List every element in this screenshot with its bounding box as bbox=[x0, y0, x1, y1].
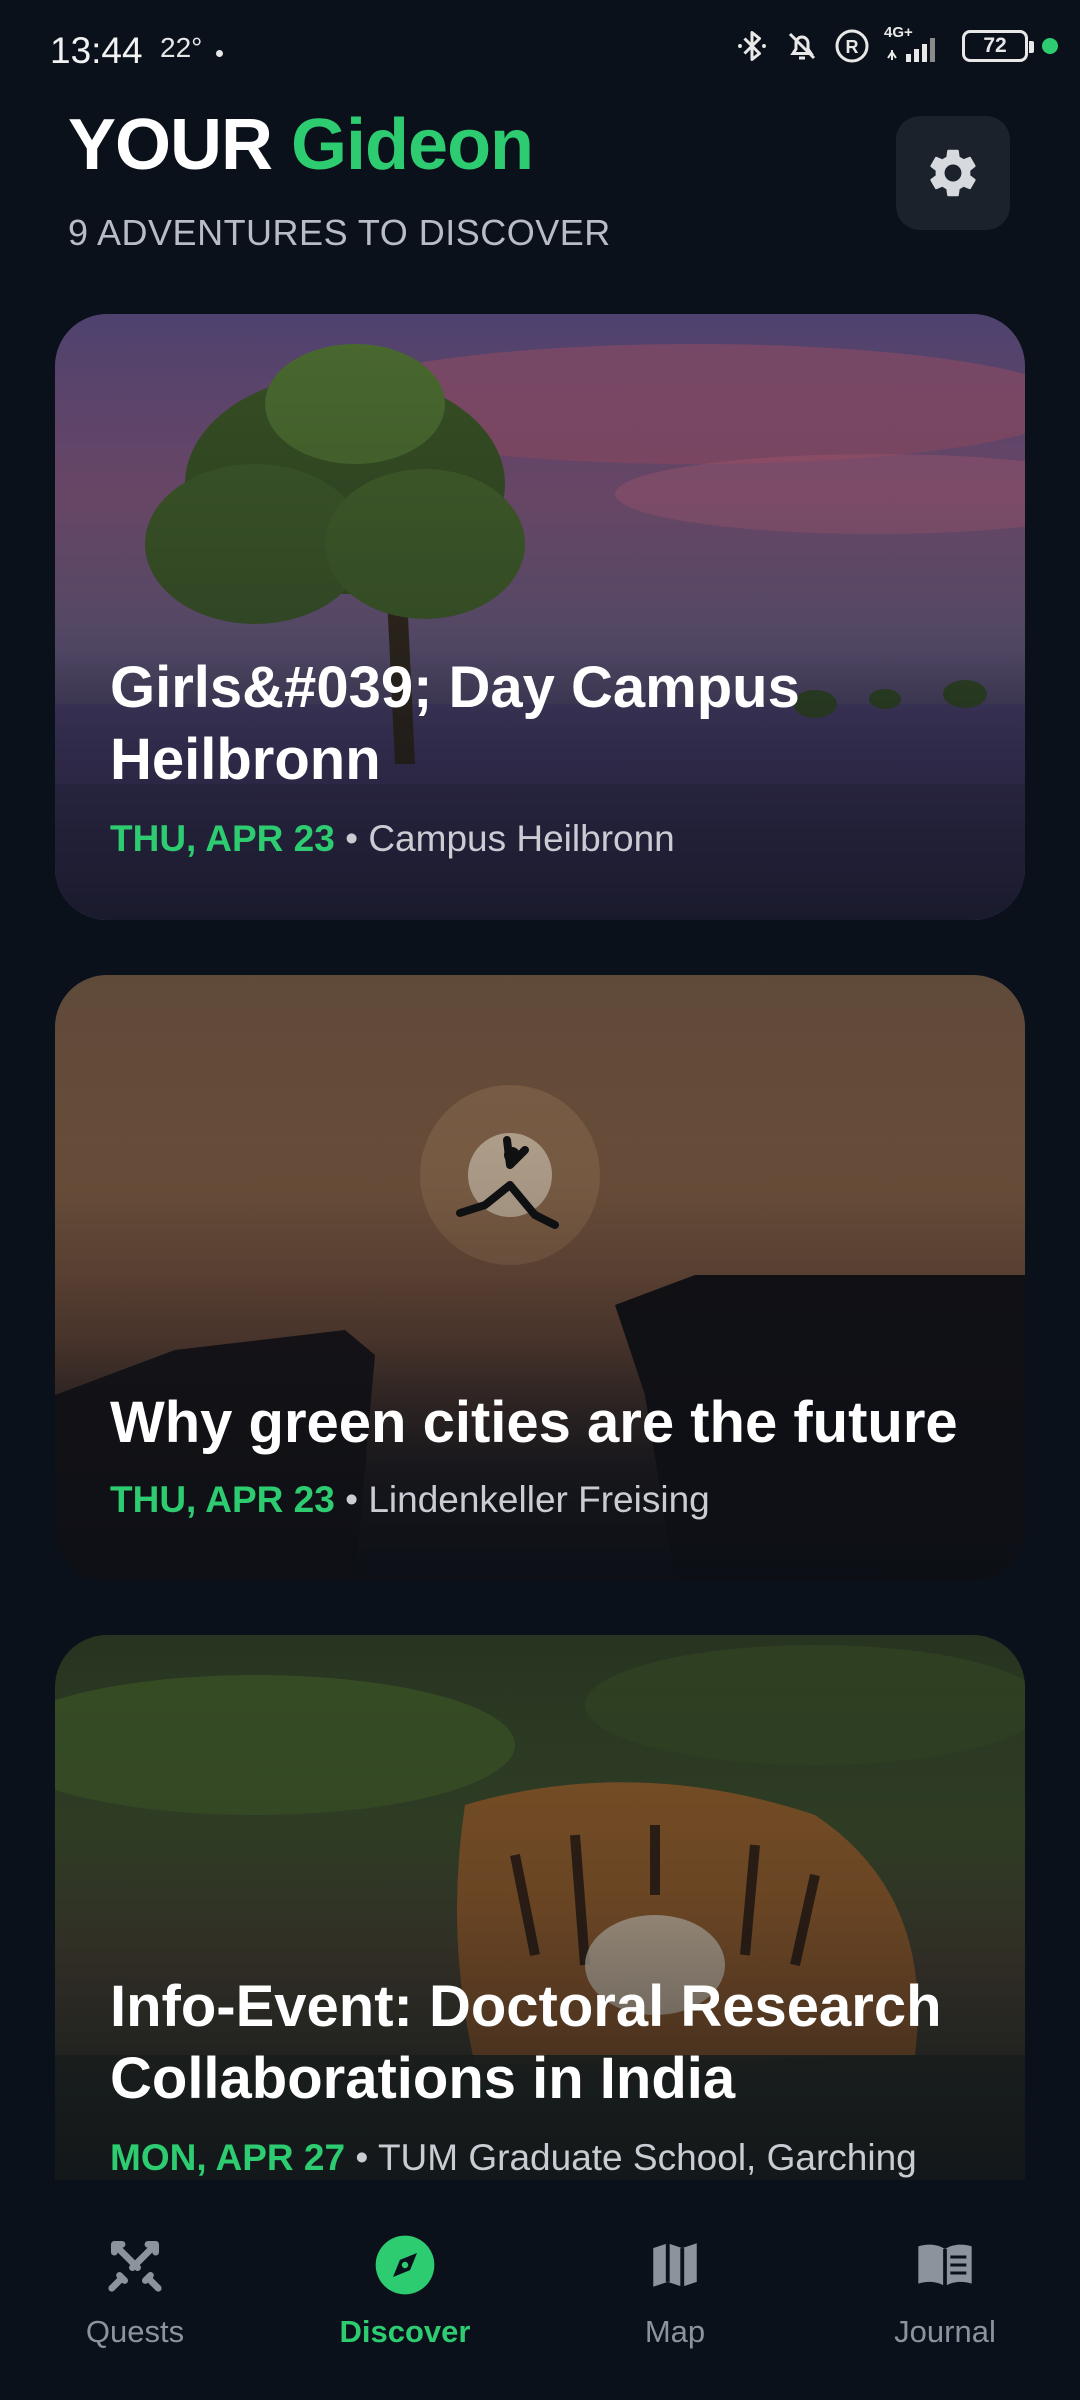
notification-dot-icon bbox=[216, 50, 223, 57]
event-date: MON, APR 27 bbox=[110, 2137, 346, 2178]
meta-separator: • bbox=[345, 1479, 359, 1520]
open-book-icon bbox=[910, 2230, 980, 2300]
settings-button[interactable] bbox=[896, 116, 1010, 230]
nav-item-quests[interactable]: Quests bbox=[35, 2230, 235, 2350]
event-title: Why green cities are the future bbox=[110, 1390, 958, 1455]
roaming-icon: R bbox=[835, 29, 869, 63]
nav-item-discover[interactable]: Discover bbox=[305, 2230, 505, 2350]
map-icon bbox=[640, 2230, 710, 2300]
title-prefix: YOUR bbox=[68, 105, 273, 185]
bell-muted-icon bbox=[788, 32, 816, 60]
meta-separator: • bbox=[345, 818, 359, 859]
nav-label: Journal bbox=[894, 2314, 996, 2349]
event-card[interactable]: Why green cities are the future THU, APR… bbox=[55, 975, 1025, 1581]
status-time: 13:44 bbox=[50, 30, 143, 71]
status-temperature: 22° bbox=[160, 32, 203, 63]
battery-icon: 72 bbox=[962, 30, 1034, 62]
event-title: Girls&#039; Day Campus Heilbronn bbox=[110, 655, 800, 792]
event-title: Info-Event: Doctoral Research Collaborat… bbox=[110, 1974, 942, 2111]
page-title: YOUR Gideon bbox=[68, 104, 534, 186]
status-icons: R 4G+ 72 bbox=[734, 24, 1058, 64]
event-meta: MON, APR 27 • TUM Graduate School, Garch… bbox=[110, 2137, 917, 2179]
privacy-indicator-dot bbox=[1042, 38, 1058, 54]
event-date: THU, APR 23 bbox=[110, 1479, 335, 1520]
crossed-swords-icon bbox=[100, 2230, 170, 2300]
event-meta: THU, APR 23 • Campus Heilbronn bbox=[110, 818, 675, 860]
title-user-name: Gideon bbox=[291, 105, 534, 185]
event-location: Lindenkeller Freising bbox=[368, 1479, 710, 1520]
discover-screen: 13:44 22° R 4G+ 72 YOUR Gideon 9 ADVENTU… bbox=[0, 0, 1080, 2400]
signal-indicator: 4G+ bbox=[884, 24, 948, 64]
event-card[interactable]: Girls&#039; Day Campus Heilbronn THU, AP… bbox=[55, 314, 1025, 920]
nav-item-journal[interactable]: Journal bbox=[845, 2230, 1045, 2350]
event-location: TUM Graduate School, Garching bbox=[377, 2137, 917, 2178]
nav-label: Quests bbox=[85, 2314, 185, 2349]
status-bar: 13:44 22° R 4G+ 72 bbox=[0, 0, 1080, 106]
nav-label: Discover bbox=[339, 2314, 471, 2349]
event-card[interactable]: Info-Event: Doctoral Research Collaborat… bbox=[55, 1635, 1025, 2195]
svg-text:R: R bbox=[846, 37, 859, 57]
gear-icon bbox=[930, 149, 976, 197]
bluetooth-icon bbox=[738, 31, 766, 61]
event-date: THU, APR 23 bbox=[110, 818, 335, 859]
nav-item-map[interactable]: Map bbox=[575, 2230, 775, 2350]
compass-icon bbox=[370, 2230, 440, 2300]
signal-bars-icon bbox=[887, 38, 935, 62]
battery-level: 72 bbox=[983, 34, 1007, 57]
nav-label: Map bbox=[644, 2314, 706, 2349]
event-location: Campus Heilbronn bbox=[368, 818, 675, 859]
bottom-navigation: Quests Discover Map Journal bbox=[0, 2180, 1080, 2400]
adventure-count: 9 ADVENTURES TO DISCOVER bbox=[68, 212, 611, 253]
meta-separator: • bbox=[355, 2137, 369, 2178]
event-meta: THU, APR 23 • Lindenkeller Freising bbox=[110, 1479, 710, 1521]
